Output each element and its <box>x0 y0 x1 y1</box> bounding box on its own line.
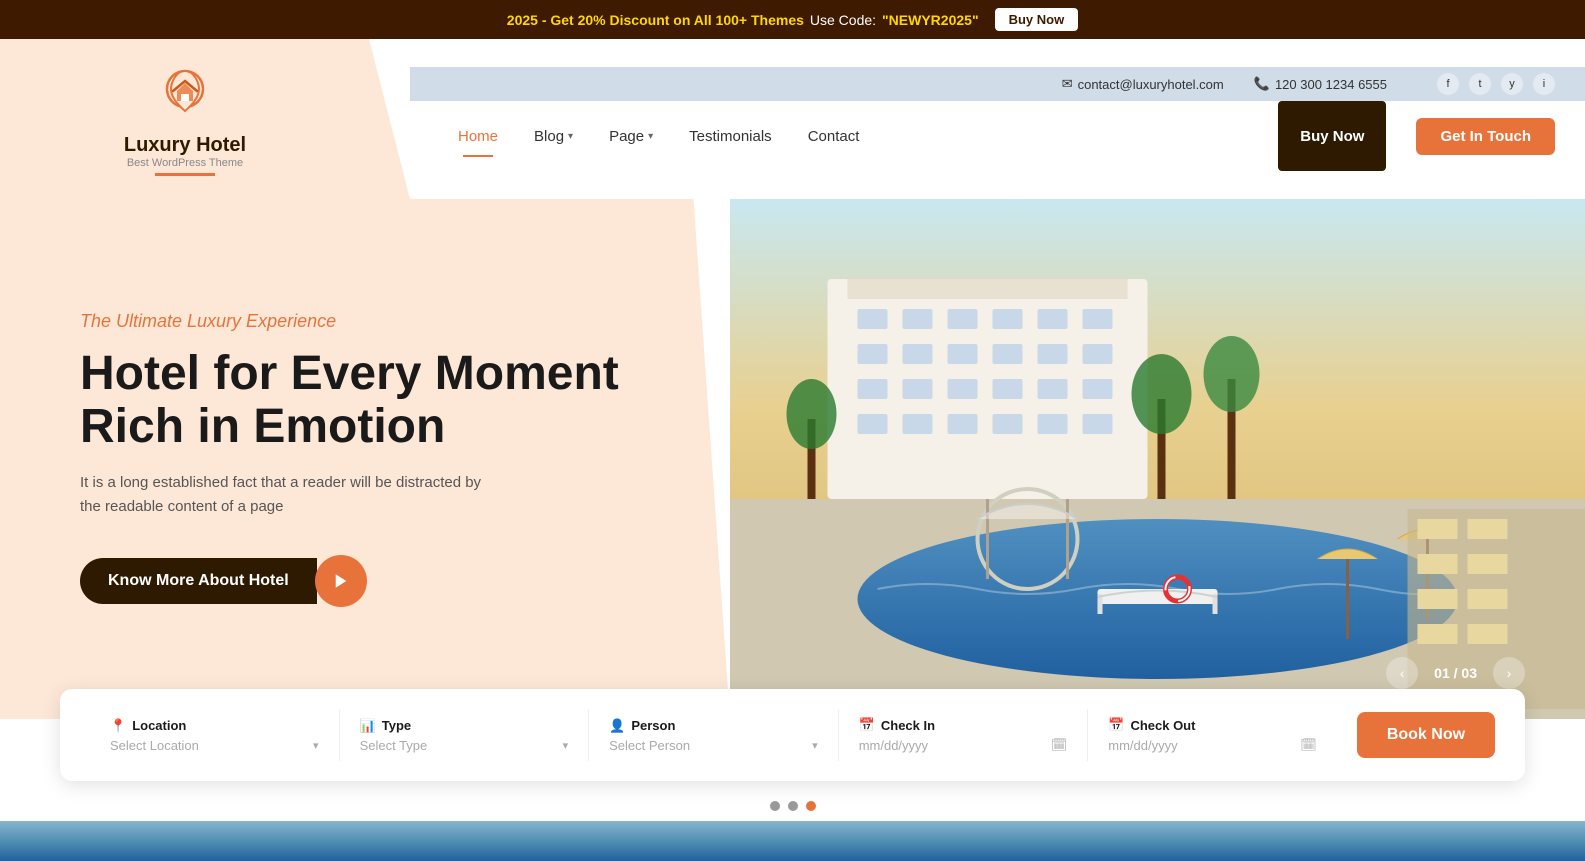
instagram-icon[interactable]: i <box>1533 73 1555 95</box>
phone-value: 120 300 1234 6555 <box>1275 77 1387 92</box>
checkout-label: 📅 Check Out <box>1108 717 1317 733</box>
phone-contact: 📞 120 300 1234 6555 <box>1254 76 1387 92</box>
type-select[interactable]: Select Type ▾ <box>360 738 569 753</box>
location-chevron: ▾ <box>313 739 319 752</box>
checkin-field: 📅 Check In mm/dd/yyyy 🗓 <box>839 709 1089 761</box>
nav-item-blog[interactable]: Blog ▾ <box>516 120 591 153</box>
nav-links: Home Blog ▾ Page ▾ Testimonials Contact <box>440 120 1268 153</box>
get-in-touch-button[interactable]: Get In Touch <box>1416 118 1555 155</box>
hero-description: It is a long established fact that a rea… <box>80 471 500 519</box>
hero-image-area: ‹ 01 / 03 › <box>730 199 1585 719</box>
email-icon: ✉ <box>1062 76 1073 92</box>
slider-count: 01 / 03 <box>1434 665 1477 681</box>
know-more-button[interactable]: Know More About Hotel <box>80 558 317 604</box>
header: Luxury Hotel Best WordPress Theme ✉ cont… <box>0 39 1585 199</box>
nav-item-page[interactable]: Page ▾ <box>591 120 671 153</box>
email-value: contact@luxuryhotel.com <box>1078 77 1224 92</box>
booking-bar: 📍 Location Select Location ▾ 📊 Type Sele… <box>60 689 1525 781</box>
banner-use-code: Use Code: <box>810 12 876 28</box>
logo-icon <box>155 63 215 123</box>
hero-title: Hotel for Every Moment Rich in Emotion <box>80 348 650 454</box>
hero-left: The Ultimate Luxury Experience Hotel for… <box>0 199 730 719</box>
youtube-icon[interactable]: y <box>1501 73 1523 95</box>
logo-name: Luxury Hotel <box>124 134 246 157</box>
top-banner: 2025 - Get 20% Discount on All 100+ Them… <box>0 0 1585 39</box>
logo-underline <box>155 173 215 176</box>
book-now-button[interactable]: Book Now <box>1357 712 1495 758</box>
person-select[interactable]: Select Person ▾ <box>609 738 818 753</box>
slider-next-button[interactable]: › <box>1493 657 1525 689</box>
checkout-field: 📅 Check Out mm/dd/yyyy 🗓 <box>1088 709 1337 761</box>
person-icon: 👤 <box>609 718 625 734</box>
location-select[interactable]: Select Location ▾ <box>110 738 319 753</box>
bottom-area <box>0 821 1585 861</box>
person-label: 👤 Person <box>609 718 818 734</box>
location-label: 📍 Location <box>110 718 319 734</box>
banner-promo: 2025 - Get 20% Discount on All 100+ Them… <box>507 12 804 28</box>
phone-icon: 📞 <box>1254 76 1270 92</box>
nav-area: Home Blog ▾ Page ▾ Testimonials Contact … <box>410 101 1585 171</box>
hero-section: The Ultimate Luxury Experience Hotel for… <box>0 199 1585 719</box>
location-field: 📍 Location Select Location ▾ <box>90 710 340 761</box>
slider-prev-button[interactable]: ‹ <box>1386 657 1418 689</box>
page-chevron: ▾ <box>648 131 653 142</box>
nav-item-testimonials[interactable]: Testimonials <box>671 120 790 153</box>
type-label: 📊 Type <box>360 718 569 734</box>
nav-buy-button[interactable]: Buy Now <box>1278 101 1386 171</box>
person-chevron: ▾ <box>812 739 818 752</box>
checkin-calendar-icon: 🗓 <box>1051 737 1068 753</box>
nav-item-home[interactable]: Home <box>440 120 516 153</box>
checkin-input[interactable]: mm/dd/yyyy 🗓 <box>859 737 1068 753</box>
hero-subtitle: The Ultimate Luxury Experience <box>80 311 650 332</box>
checkout-calendar-icon: 🗓 <box>1300 737 1317 753</box>
checkout-input[interactable]: mm/dd/yyyy 🗓 <box>1108 737 1317 753</box>
nav-item-contact[interactable]: Contact <box>790 120 878 153</box>
checkin-icon: 📅 <box>859 717 875 733</box>
play-icon <box>332 572 350 590</box>
header-right: ✉ contact@luxuryhotel.com 📞 120 300 1234… <box>410 67 1585 171</box>
slider-nav: ‹ 01 / 03 › <box>1386 657 1525 689</box>
facebook-icon[interactable]: f <box>1437 73 1459 95</box>
type-chevron: ▾ <box>563 739 569 752</box>
person-field: 👤 Person Select Person ▾ <box>589 710 839 761</box>
dot-2[interactable] <box>788 801 798 811</box>
social-icons: f t y i <box>1437 73 1555 95</box>
banner-code: "NEWYR2025" <box>882 12 979 28</box>
type-icon: 📊 <box>360 718 376 734</box>
dot-3[interactable] <box>806 801 816 811</box>
dot-1[interactable] <box>770 801 780 811</box>
play-button[interactable] <box>315 555 367 607</box>
twitter-icon[interactable]: t <box>1469 73 1491 95</box>
checkin-label: 📅 Check In <box>859 717 1068 733</box>
blog-chevron: ▾ <box>568 131 573 142</box>
email-contact: ✉ contact@luxuryhotel.com <box>1062 76 1224 92</box>
hero-cta: Know More About Hotel <box>80 555 650 607</box>
logo-tagline: Best WordPress Theme <box>124 157 246 169</box>
logo-area: Luxury Hotel Best WordPress Theme <box>0 39 410 199</box>
banner-buy-button[interactable]: Buy Now <box>995 8 1079 31</box>
type-field: 📊 Type Select Type ▾ <box>340 710 590 761</box>
logo[interactable]: Luxury Hotel Best WordPress Theme <box>124 63 246 176</box>
hotel-scene <box>730 199 1585 719</box>
location-icon: 📍 <box>110 718 126 734</box>
slide-dots <box>0 781 1585 821</box>
checkout-icon: 📅 <box>1108 717 1124 733</box>
header-top-info: ✉ contact@luxuryhotel.com 📞 120 300 1234… <box>410 67 1585 101</box>
